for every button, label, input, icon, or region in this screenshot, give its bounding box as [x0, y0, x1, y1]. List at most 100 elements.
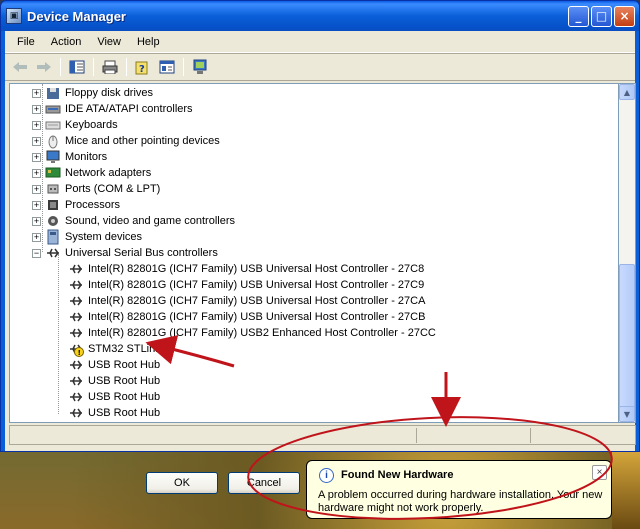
expand-toggle[interactable]: +: [32, 216, 41, 226]
menu-view[interactable]: View: [89, 34, 129, 50]
tree-category-keyboard[interactable]: + Keyboards: [32, 117, 118, 133]
menu-help[interactable]: Help: [129, 34, 168, 50]
tree-device-label: USB Root Hub: [88, 391, 161, 403]
tree-category-port[interactable]: + Ports (COM & LPT): [32, 181, 160, 197]
window-title: Device Manager: [27, 8, 126, 24]
tree-category-ide[interactable]: + IDE ATA/ATAPI controllers: [32, 101, 193, 117]
expand-toggle[interactable]: +: [32, 232, 41, 242]
vertical-scrollbar[interactable]: ▲ ▼: [619, 83, 636, 423]
info-icon: i: [319, 468, 334, 483]
keyboard-icon: [45, 117, 61, 133]
status-bar-divider: [530, 428, 531, 443]
cpu-icon: [45, 197, 61, 213]
tree-category-network[interactable]: + Network adapters: [32, 165, 151, 181]
tree-category-label: IDE ATA/ATAPI controllers: [65, 103, 193, 115]
expand-toggle[interactable]: +: [32, 88, 41, 98]
toolbar-separator: [126, 58, 127, 76]
expand-toggle[interactable]: +: [32, 168, 41, 178]
network-icon: [45, 165, 61, 181]
expand-toggle[interactable]: +: [32, 200, 41, 210]
scan-hardware-icon[interactable]: [189, 56, 211, 78]
usb-icon: [68, 405, 84, 421]
tree-device-label: Intel(R) 82801G (ICH7 Family) USB Univer…: [88, 295, 426, 307]
help-icon[interactable]: ?: [132, 56, 154, 78]
tree-category-system[interactable]: + System devices: [32, 229, 142, 245]
tree-category-sound[interactable]: + Sound, video and game controllers: [32, 213, 235, 229]
tree-category-floppy[interactable]: + Floppy disk drives: [32, 85, 153, 101]
device-tree[interactable]: + Floppy disk drives + IDE ATA/ATAPI contro…: [9, 83, 619, 423]
mouse-icon: [45, 133, 61, 149]
usb-icon: [68, 293, 84, 309]
toolbar: ?: [5, 53, 635, 81]
device-manager-icon: ▣: [6, 8, 22, 24]
tree-device-label: Intel(R) 82801G (ICH7 Family) USB2 Enhan…: [88, 327, 436, 339]
usb-icon: [68, 325, 84, 341]
balloon-close-button[interactable]: ×: [592, 465, 607, 480]
ide-icon: [45, 101, 61, 117]
tree-category-label: Monitors: [65, 151, 108, 163]
svg-text:!: !: [78, 349, 81, 357]
usb-icon: [68, 357, 84, 373]
found-new-hardware-balloon[interactable]: i Found New Hardware × A problem occurre…: [306, 460, 612, 519]
system-icon: [45, 229, 61, 245]
svg-text:?: ?: [139, 64, 145, 75]
desktop-corner: [612, 452, 640, 529]
maximize-button[interactable]: □: [591, 5, 612, 27]
expand-toggle[interactable]: +: [32, 152, 41, 162]
tree-device-label: Intel(R) 82801G (ICH7 Family) USB Univer…: [88, 311, 426, 323]
tree-category-mouse[interactable]: + Mice and other pointing devices: [32, 133, 220, 149]
expand-toggle[interactable]: +: [32, 104, 41, 114]
tree-category-monitor[interactable]: + Monitors: [32, 149, 107, 165]
tree-category-label: Mice and other pointing devices: [65, 135, 220, 147]
tree-connector-line: [58, 254, 59, 414]
tree-category-label: System devices: [65, 231, 143, 243]
scroll-thumb[interactable]: [619, 264, 635, 414]
tree-device-label: USB Root Hub: [88, 407, 161, 419]
usb-icon: [68, 277, 84, 293]
scroll-up-arrow[interactable]: ▲: [619, 84, 635, 100]
tree-device-usb[interactable]: Intel(R) 82801G (ICH7 Family) USB Univer…: [68, 277, 424, 293]
forward-icon[interactable]: [33, 56, 55, 78]
tree-device-usb[interactable]: USB Root Hub: [68, 405, 160, 421]
status-bar-divider: [416, 428, 417, 443]
tree-category-label: Keyboards: [65, 119, 118, 131]
expand-toggle[interactable]: +: [32, 184, 41, 194]
tree-category-cpu[interactable]: + Processors: [32, 197, 120, 213]
toolbar-separator: [60, 58, 61, 76]
cancel-button[interactable]: Cancel: [228, 472, 300, 494]
tree-device-label: Intel(R) 82801G (ICH7 Family) USB Univer…: [88, 279, 425, 291]
show-hide-tree-icon[interactable]: [66, 56, 88, 78]
tree-device-label: USB Root Hub: [88, 375, 161, 387]
tree-device-usb[interactable]: USB Root Hub: [68, 389, 160, 405]
title-bar[interactable]: ▣ Device Manager _ □ ×: [1, 1, 639, 31]
tree-device-usb[interactable]: Intel(R) 82801G (ICH7 Family) USB2 Enhan…: [68, 325, 436, 341]
minimize-button[interactable]: _: [568, 5, 589, 27]
monitor-icon: [45, 149, 61, 165]
tree-device-usb[interactable]: Intel(R) 82801G (ICH7 Family) USB Univer…: [68, 261, 424, 277]
expand-toggle[interactable]: +: [32, 136, 41, 146]
tree-device-label: STM32 STLink: [88, 343, 161, 355]
menu-action[interactable]: Action: [43, 34, 90, 50]
port-icon: [45, 181, 61, 197]
tree-device-stlink-warning[interactable]: ! STM32 STLink: [68, 341, 161, 357]
close-button[interactable]: ×: [614, 5, 635, 27]
tree-device-usb[interactable]: USB Root Hub: [68, 373, 160, 389]
properties-icon[interactable]: [156, 56, 178, 78]
tree-device-usb[interactable]: Intel(R) 82801G (ICH7 Family) USB Univer…: [68, 293, 425, 309]
menu-file[interactable]: File: [9, 34, 43, 50]
tree-category-label: Network adapters: [65, 167, 152, 179]
tree-category-usb[interactable]: − Universal Serial Bus controllers: [32, 245, 218, 261]
back-icon[interactable]: [9, 56, 31, 78]
device-manager-window: ▣ Device Manager _ □ × File Action View …: [0, 0, 640, 452]
expand-toggle[interactable]: −: [32, 248, 41, 258]
toolbar-separator: [183, 58, 184, 76]
ok-button[interactable]: OK: [146, 472, 218, 494]
print-icon[interactable]: [99, 56, 121, 78]
tree-category-label: Ports (COM & LPT): [65, 183, 161, 195]
tree-device-label: USB Root Hub: [88, 359, 161, 371]
tree-device-usb[interactable]: USB Root Hub: [68, 357, 160, 373]
scroll-down-arrow[interactable]: ▼: [619, 406, 635, 422]
usb-icon: [68, 309, 84, 325]
expand-toggle[interactable]: +: [32, 120, 41, 130]
tree-device-usb[interactable]: Intel(R) 82801G (ICH7 Family) USB Univer…: [68, 309, 425, 325]
